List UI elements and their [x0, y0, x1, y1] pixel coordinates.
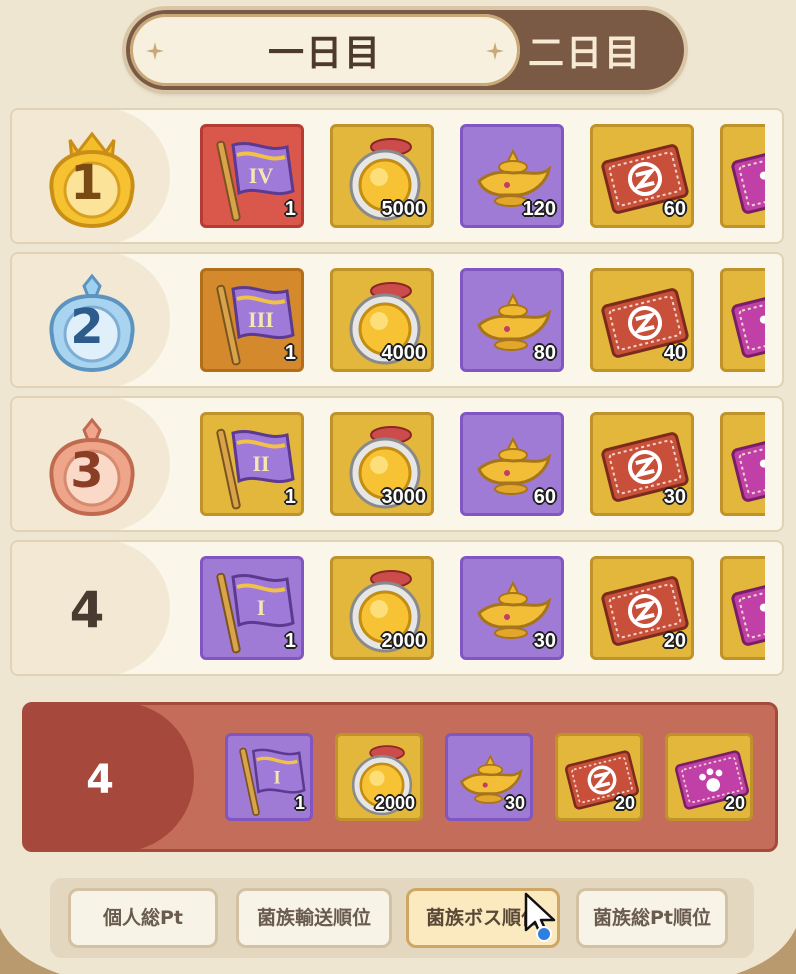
ranking-category-bar: 個人総Pt 菌族輸送順位 菌族ボス順位 菌族総Pt順位	[50, 878, 754, 958]
item-quantity: 30	[663, 486, 686, 508]
item-quantity: 20	[663, 630, 686, 652]
svg-text:IV: IV	[249, 163, 274, 188]
item-quantity: 60	[663, 198, 686, 220]
reward-item[interactable]: 60	[460, 412, 564, 516]
item-quantity: 1	[284, 342, 296, 364]
paw-ticket-icon	[731, 144, 765, 214]
frame-corner-ornament-icon	[736, 918, 796, 974]
frame-corner-ornament-icon	[0, 918, 60, 974]
item-quantity: 1	[284, 198, 296, 220]
tab-day-1-label: 一日目	[267, 33, 382, 74]
item-quantity: 20	[724, 793, 745, 813]
reward-item[interactable]: I1	[200, 556, 304, 660]
reward-item[interactable]: 120	[460, 124, 564, 228]
reward-item[interactable]	[720, 412, 765, 516]
day-tab-bar: 二日目 一日目	[126, 10, 684, 90]
rank-number: 4	[69, 581, 105, 639]
rank-row: 3 II 1 3000 60 30	[10, 396, 784, 532]
reward-item[interactable]: III 1	[200, 268, 304, 372]
reward-items: III 1 4000 80 40	[200, 266, 765, 376]
reward-items: II 1 3000 60 30	[200, 410, 765, 520]
item-quantity: 4000	[381, 342, 427, 364]
reward-item[interactable]	[720, 268, 765, 372]
my-rank-row: 4 I 1 2000 30 20 20	[22, 702, 778, 852]
reward-item[interactable]: 4000	[330, 268, 434, 372]
item-quantity: 1	[284, 486, 296, 508]
reward-item[interactable]: 30	[590, 412, 694, 516]
reward-items: IV 1 5000 120 60	[200, 122, 765, 232]
svg-text:I: I	[257, 595, 266, 620]
item-quantity: 20	[614, 793, 635, 813]
category-personal-total-pt[interactable]: 個人総Pt	[68, 888, 218, 948]
item-quantity: 30	[504, 793, 525, 813]
rank-number: 2	[70, 299, 104, 355]
svg-text:III: III	[248, 307, 274, 332]
mouse-cursor-icon	[524, 892, 560, 944]
paw-ticket-icon	[731, 576, 765, 646]
item-quantity: 1	[294, 793, 305, 813]
reward-item[interactable]: 2000	[335, 733, 423, 821]
reward-item[interactable]: 30	[460, 556, 564, 660]
reward-item[interactable]: 2000	[330, 556, 434, 660]
category-clan-transport-rank[interactable]: 菌族輸送順位	[236, 888, 392, 948]
item-quantity: 5000	[381, 198, 427, 220]
reward-items: I 1 2000 30 20	[200, 554, 765, 664]
paw-ticket-icon	[731, 432, 765, 502]
category-clan-total-pt-rank[interactable]: 菌族総Pt順位	[576, 888, 728, 948]
item-quantity: 30	[533, 630, 556, 652]
item-quantity: 40	[663, 342, 686, 364]
my-reward-items: I 1 2000 30 20 20	[225, 733, 755, 825]
rank-row: 2 III 1 4000 80 40	[10, 252, 784, 388]
item-quantity: 2000	[374, 793, 415, 813]
reward-item[interactable]: 80	[460, 268, 564, 372]
rank-row: 4 I 1 2000 30 20	[10, 540, 784, 676]
reward-item[interactable]: 3000	[330, 412, 434, 516]
rank-number: 1	[70, 155, 104, 211]
reward-item[interactable]: 20	[590, 556, 694, 660]
rank-row: 1 IV 1 5000 120 60	[10, 108, 784, 244]
reward-item[interactable]	[720, 556, 765, 660]
rank-number: 3	[70, 443, 104, 499]
reward-item[interactable]: I1	[225, 733, 313, 821]
reward-item[interactable]: 40	[590, 268, 694, 372]
my-rank-number: 4	[86, 757, 114, 803]
reward-item[interactable]: IV 1	[200, 124, 304, 228]
reward-item[interactable]: 60	[590, 124, 694, 228]
tab-day-1[interactable]: 一日目	[130, 14, 520, 86]
sparkle-icon	[486, 42, 504, 60]
item-quantity: 80	[533, 342, 556, 364]
item-quantity: 2000	[381, 630, 427, 652]
item-quantity: 120	[522, 198, 556, 220]
item-quantity: 60	[533, 486, 556, 508]
reward-item[interactable]: 30	[445, 733, 533, 821]
item-quantity: 3000	[381, 486, 427, 508]
reward-item[interactable]: 20	[555, 733, 643, 821]
reward-item[interactable]: 20	[665, 733, 753, 821]
reward-item[interactable]	[720, 124, 765, 228]
item-quantity: 1	[284, 630, 296, 652]
svg-text:II: II	[252, 451, 269, 476]
sparkle-icon	[146, 42, 164, 60]
ranking-reward-list: 1 IV 1 5000 120 60 2 III 1 4000 80 40 3 II 1 3000 6…	[10, 108, 784, 684]
paw-ticket-icon	[731, 288, 765, 358]
svg-text:I: I	[273, 767, 280, 788]
reward-item[interactable]: II 1	[200, 412, 304, 516]
reward-item[interactable]: 5000	[330, 124, 434, 228]
